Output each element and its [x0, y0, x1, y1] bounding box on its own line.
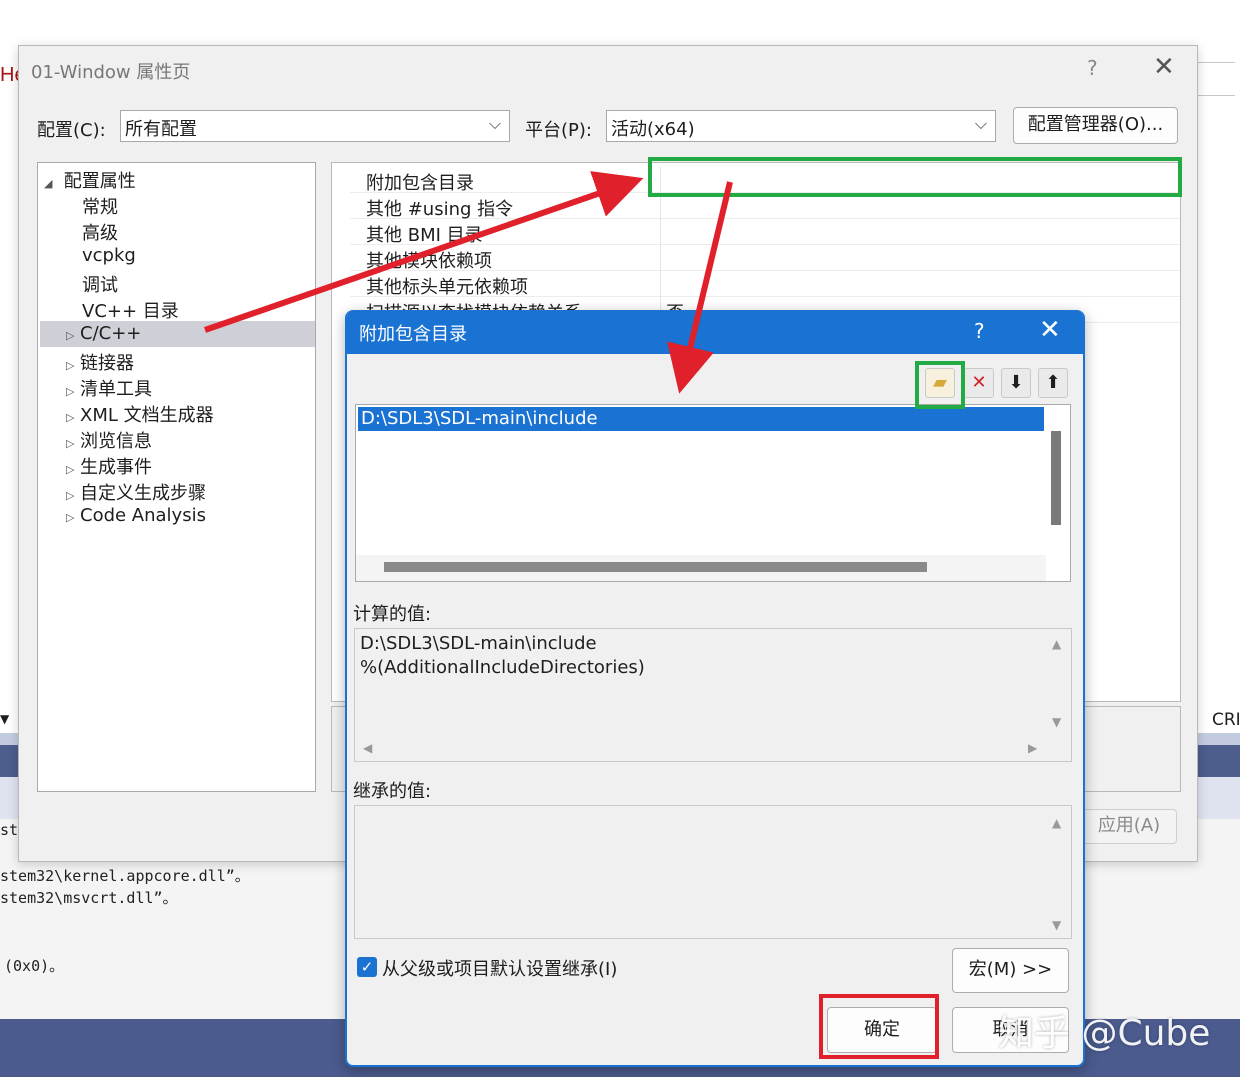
annotation-arrows [204, 171, 733, 394]
annotation-arrow [667, 181, 733, 394]
annotation-arrow [204, 171, 644, 333]
watermark: 知乎 @Cube [998, 1013, 1211, 1054]
